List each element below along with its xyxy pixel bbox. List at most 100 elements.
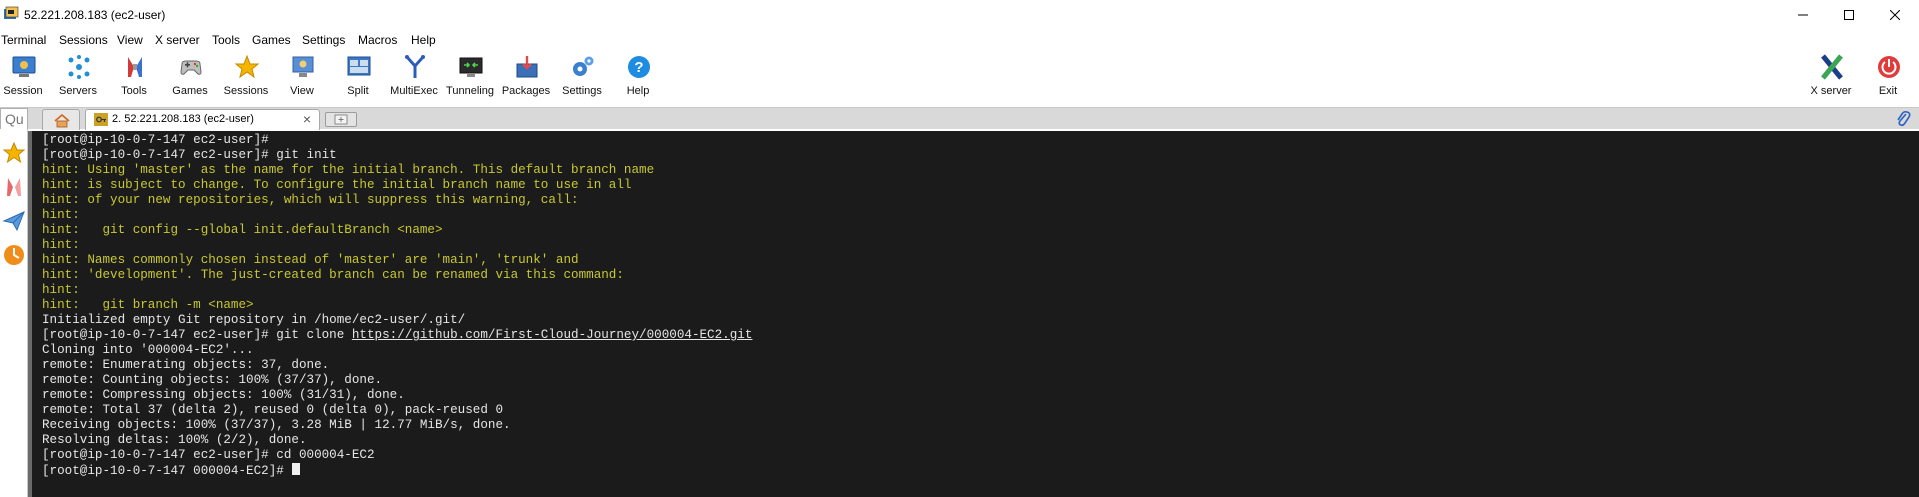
- session-icon: [12, 56, 36, 77]
- menu-help[interactable]: Help: [411, 33, 436, 47]
- macro-record-icon[interactable]: [2, 243, 26, 267]
- menu-tools[interactable]: Tools: [212, 33, 240, 47]
- multiexec-icon: [405, 55, 425, 78]
- new-tab-icon: [334, 114, 348, 125]
- terminal-line-text: remote: Compressing objects: 100% (31/31…: [42, 388, 405, 402]
- split-icon: [347, 56, 371, 76]
- terminal-line: Initialized empty Git repository in /hom…: [42, 313, 752, 328]
- servers-icon: [68, 55, 90, 79]
- terminal-line: hint: is subject to change. To configure…: [42, 178, 752, 193]
- packages-icon: [516, 56, 538, 78]
- new-tab-button[interactable]: [325, 112, 357, 127]
- help-button[interactable]: ? Help: [611, 52, 665, 100]
- terminal-line-text: hint: of your new repositories, which wi…: [42, 193, 579, 207]
- star-icon[interactable]: [2, 141, 26, 165]
- terminal-cursor: [292, 463, 301, 475]
- power-icon: [1878, 56, 1900, 78]
- x-server-button[interactable]: X server: [1804, 52, 1858, 100]
- mobaxterm-app-icon[interactable]: [3, 6, 19, 22]
- packages-button[interactable]: Packages: [499, 52, 553, 100]
- terminal-line-text: Resolving deltas: 100% (2/2), done.: [42, 433, 307, 447]
- terminal-line: hint:: [42, 238, 752, 253]
- home-tab[interactable]: [42, 109, 80, 130]
- close-icon: [1890, 10, 1900, 20]
- terminal-line: remote: Counting objects: 100% (37/37), …: [42, 373, 752, 388]
- terminal-line-text: remote: Enumerating objects: 37, done.: [42, 358, 330, 372]
- home-icon: [54, 113, 70, 128]
- menu-x-server[interactable]: X server: [155, 33, 200, 47]
- terminal-line-text: hint: Using 'master' as the name for the…: [42, 163, 655, 177]
- tools-icon: [128, 57, 142, 77]
- terminal-line: [root@ip-10-0-7-147 ec2-user]#: [42, 133, 752, 148]
- sessions-button[interactable]: Sessions: [219, 52, 273, 100]
- settings-button[interactable]: Settings: [555, 52, 609, 100]
- exit-button[interactable]: Exit: [1861, 52, 1915, 100]
- terminal-line: hint: 'development'. The just-created br…: [42, 268, 752, 283]
- terminal-line: [root@ip-10-0-7-147 ec2-user]# cd 000004…: [42, 448, 752, 463]
- maximize-button[interactable]: [1826, 0, 1872, 30]
- terminal-line: [root@ip-10-0-7-147 ec2-user]# git clone…: [42, 328, 752, 343]
- menu-macros[interactable]: Macros: [358, 33, 397, 47]
- terminal-line-text: hint:: [42, 283, 80, 297]
- terminal-url-link[interactable]: https://github.com/First-Cloud-Journey/0…: [352, 328, 753, 342]
- terminal-line: [root@ip-10-0-7-147 ec2-user]# git init: [42, 148, 752, 163]
- terminal-line-text: hint: git config --global init.defaultBr…: [42, 223, 443, 237]
- quick-connect-input[interactable]: Qu: [0, 108, 28, 130]
- terminal-line-text: Receiving objects: 100% (37/37), 3.28 Mi…: [42, 418, 511, 432]
- view-button[interactable]: View: [275, 52, 329, 100]
- paperclip-icon[interactable]: [1895, 110, 1911, 128]
- paper-plane-icon[interactable]: [2, 209, 26, 233]
- terminal-line: hint:: [42, 208, 752, 223]
- close-window-button[interactable]: [1872, 0, 1918, 30]
- tunneling-icon: [459, 57, 483, 77]
- games-button[interactable]: Games: [163, 52, 217, 100]
- xserver-icon: [1821, 54, 1843, 80]
- minimize-button[interactable]: [1780, 0, 1826, 30]
- settings-gear-icon: [573, 56, 594, 76]
- menu-sessions[interactable]: Sessions: [59, 33, 108, 47]
- terminal-line: remote: Total 37 (delta 2), reused 0 (de…: [42, 403, 752, 418]
- help-icon: ?: [628, 56, 650, 78]
- terminal-line: hint: Using 'master' as the name for the…: [42, 163, 752, 178]
- session-button[interactable]: Session: [0, 52, 50, 100]
- tools-sidebar-icon[interactable]: [2, 175, 26, 199]
- maximize-icon: [1844, 10, 1854, 20]
- terminal-line-text: [root@ip-10-0-7-147 ec2-user]# git clone: [42, 328, 352, 342]
- terminal-line-text: Initialized empty Git repository in /hom…: [42, 313, 466, 327]
- terminal-line-text: Cloning into '000004-EC2'...: [42, 343, 254, 357]
- minimize-icon: [1798, 14, 1808, 16]
- menu-games[interactable]: Games: [252, 33, 291, 47]
- menu-bar: Terminal Sessions View X server Tools Ga…: [0, 30, 1919, 50]
- terminal-line: Cloning into '000004-EC2'...: [42, 343, 752, 358]
- tunneling-button[interactable]: Tunneling: [443, 52, 497, 100]
- menu-settings[interactable]: Settings: [302, 33, 345, 47]
- servers-button[interactable]: Servers: [51, 52, 105, 100]
- split-button[interactable]: Split: [331, 52, 385, 100]
- view-icon: [292, 56, 314, 77]
- terminal-line-text: hint: is subject to change. To configure…: [42, 178, 632, 192]
- terminal-line-text: hint: git branch -m <name>: [42, 298, 254, 312]
- help-label: Help: [626, 85, 650, 97]
- tab-close-button[interactable]: ×: [303, 111, 311, 127]
- terminal-pane[interactable]: [root@ip-10-0-7-147 ec2-user]# [root@ip-1…: [28, 131, 1919, 497]
- terminal-line: hint: Names commonly chosen instead of '…: [42, 253, 752, 268]
- terminal-line: hint: git config --global init.defaultBr…: [42, 223, 752, 238]
- terminal-line: hint: git branch -m <name>: [42, 298, 752, 313]
- tab-bar: Qu 2. 52.221.208.183 (ec2-user) ×: [0, 107, 1919, 130]
- menu-view[interactable]: View: [117, 33, 143, 47]
- left-sidebar: [0, 129, 28, 497]
- terminal-line-text: [root@ip-10-0-7-147 ec2-user]# cd 000004…: [42, 448, 375, 462]
- terminal-line-text: remote: Total 37 (delta 2), reused 0 (de…: [42, 403, 504, 417]
- exit-label: Exit: [1878, 85, 1898, 97]
- terminal-line-text: [root@ip-10-0-7-147 ec2-user]# git init: [42, 148, 337, 162]
- multiexec-button[interactable]: MultiExec: [387, 52, 441, 100]
- terminal-line-text: hint:: [42, 238, 80, 252]
- menu-terminal[interactable]: Terminal: [1, 33, 46, 47]
- terminal-line: hint:: [42, 283, 752, 298]
- terminal-output: [root@ip-10-0-7-147 ec2-user]# [root@ip-1…: [42, 133, 752, 478]
- terminal-line-text: hint:: [42, 208, 80, 222]
- terminal-line: Resolving deltas: 100% (2/2), done.: [42, 433, 752, 448]
- tools-button[interactable]: Tools: [107, 52, 161, 100]
- tab-ssh-session[interactable]: 2. 52.221.208.183 (ec2-user) ×: [85, 109, 320, 130]
- terminal-line-text: remote: Counting objects: 100% (37/37), …: [42, 373, 383, 387]
